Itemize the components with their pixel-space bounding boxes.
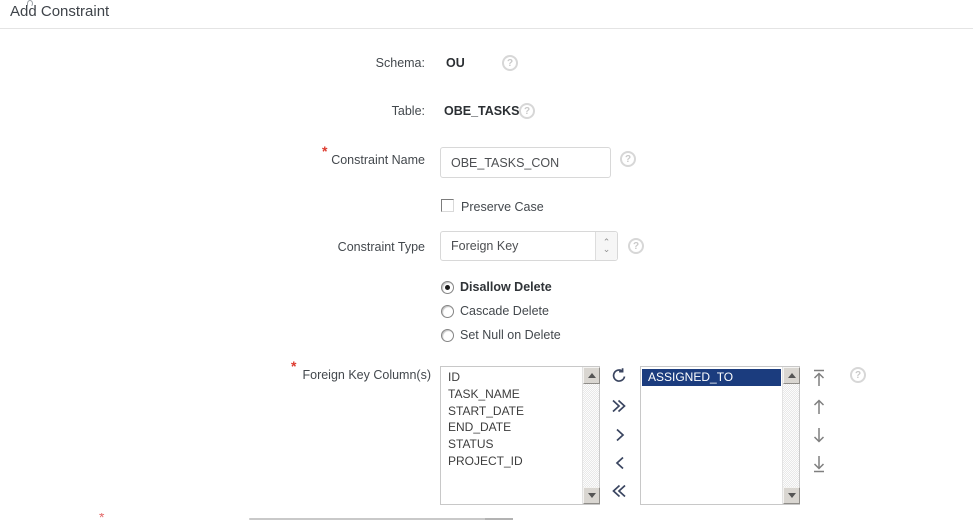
constraint-type-value: Foreign Key <box>451 232 518 260</box>
list-item[interactable]: ID <box>442 369 581 386</box>
selected-columns-listbox[interactable]: ASSIGNED_TO <box>640 366 800 505</box>
page-title: Add Constraint <box>10 3 109 20</box>
move-right-icon[interactable] <box>612 426 628 447</box>
constraint-name-help-icon[interactable]: ? <box>620 151 636 167</box>
available-columns-scrollbar[interactable] <box>582 367 599 504</box>
cursor-artifact <box>27 0 33 7</box>
scroll-down-icon[interactable] <box>783 487 800 504</box>
table-value: OBE_TASKS <box>444 104 519 118</box>
move-up-icon[interactable] <box>811 398 827 419</box>
cutoff-divider <box>249 518 513 520</box>
move-left-icon[interactable] <box>612 454 628 475</box>
add-constraint-dialog: Add Constraint Schema: OU ? Table: OBE_T… <box>0 0 973 524</box>
constraint-type-label: Constraint Type <box>140 240 425 254</box>
move-all-left-icon[interactable] <box>610 482 628 503</box>
move-all-right-icon[interactable] <box>610 397 628 418</box>
available-columns-listbox[interactable]: ID TASK_NAME START_DATE END_DATE STATUS … <box>440 366 600 505</box>
header-divider <box>0 28 973 29</box>
table-help-icon[interactable]: ? <box>519 103 535 119</box>
list-item[interactable]: TASK_NAME <box>442 386 581 403</box>
selected-columns-scrollbar[interactable] <box>782 367 799 504</box>
table-label: Table: <box>140 104 425 118</box>
constraint-type-help-icon[interactable]: ? <box>628 238 644 254</box>
selected-list-item[interactable]: ASSIGNED_TO <box>642 369 781 386</box>
scroll-up-icon[interactable] <box>583 367 600 384</box>
preserve-case-label: Preserve Case <box>461 200 544 214</box>
schema-label: Schema: <box>140 56 425 70</box>
preserve-case-checkbox[interactable] <box>441 199 454 212</box>
schema-value: OU <box>446 56 465 70</box>
move-down-icon[interactable] <box>811 426 827 447</box>
move-top-icon[interactable] <box>811 369 827 391</box>
radio-cascade-delete-label[interactable]: Cascade Delete <box>460 304 549 318</box>
constraint-name-label: Constraint Name <box>140 153 425 167</box>
fk-columns-help-icon[interactable]: ? <box>850 367 866 383</box>
list-item[interactable]: STATUS <box>442 436 581 453</box>
fk-columns-label: Foreign Key Column(s) <box>140 368 431 382</box>
radio-disallow-delete-label[interactable]: Disallow Delete <box>460 280 552 294</box>
radio-disallow-delete[interactable] <box>441 281 454 294</box>
constraint-type-select[interactable]: Foreign Key ⌃⌄ <box>440 231 618 261</box>
move-bottom-icon[interactable] <box>811 454 827 476</box>
constraint-name-input[interactable] <box>440 147 611 178</box>
radio-set-null-on-delete-label[interactable]: Set Null on Delete <box>460 328 561 342</box>
scroll-up-icon[interactable] <box>783 367 800 384</box>
select-spinner-icon: ⌃⌄ <box>595 232 617 260</box>
reset-icon[interactable] <box>610 367 628 388</box>
radio-set-null-on-delete[interactable] <box>441 329 454 342</box>
schema-help-icon[interactable]: ? <box>502 55 518 71</box>
radio-cascade-delete[interactable] <box>441 305 454 318</box>
cutoff-required-marker: * <box>99 513 111 522</box>
scroll-down-icon[interactable] <box>583 487 600 504</box>
list-item[interactable]: START_DATE <box>442 403 581 420</box>
list-item[interactable]: END_DATE <box>442 419 581 436</box>
list-item[interactable]: PROJECT_ID <box>442 453 581 470</box>
